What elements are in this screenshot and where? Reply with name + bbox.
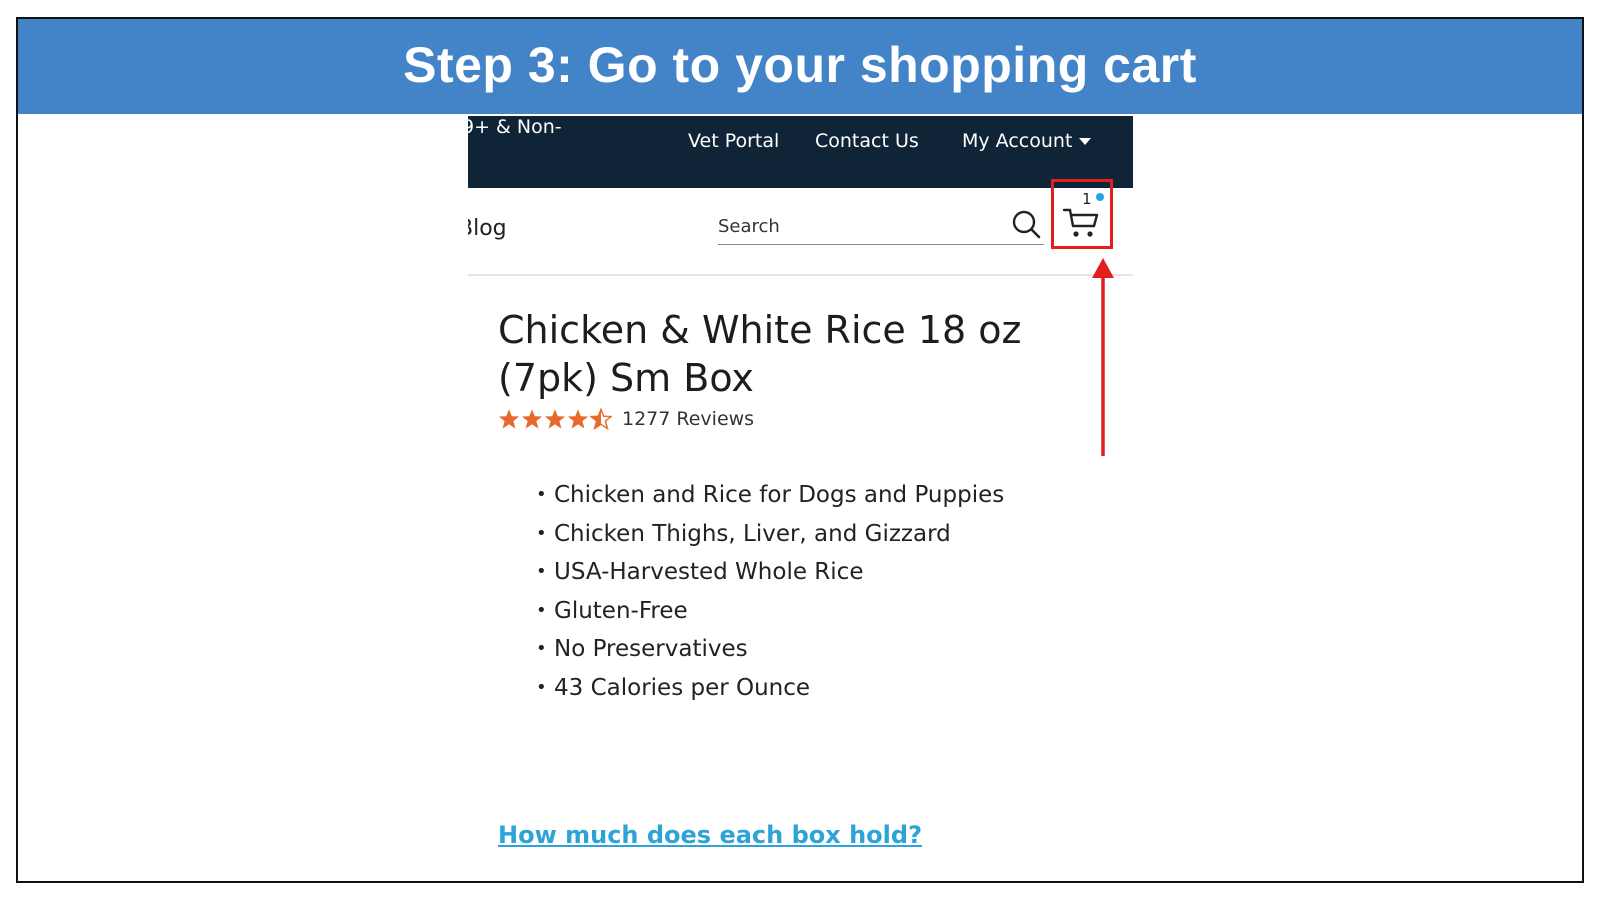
slide-frame: Step 3: Go to your shopping cart 9+ & No…: [16, 17, 1584, 883]
feature-item: Chicken Thighs, Liver, and Gizzard: [536, 515, 1004, 554]
box-capacity-link[interactable]: How much does each box hold?: [498, 821, 922, 849]
search-icon[interactable]: [1010, 208, 1044, 242]
step-banner: Step 3: Go to your shopping cart: [18, 19, 1582, 114]
cart-badge-dot: [1096, 193, 1104, 201]
cart-button[interactable]: 1: [1058, 186, 1108, 244]
my-account-label: My Account: [962, 130, 1073, 152]
caret-down-icon: [1079, 138, 1092, 145]
nav-link-contact-us[interactable]: Contact Us: [815, 130, 919, 152]
star-full-icon: [544, 409, 566, 429]
nav-link-my-account[interactable]: My Account: [962, 130, 1092, 152]
search-bar: [718, 210, 1044, 245]
website-screenshot: 9+ & Non- Vet Portal Contact Us My Accou…: [468, 116, 1133, 881]
review-count[interactable]: 1277 Reviews: [622, 408, 754, 430]
step-title: Step 3: Go to your shopping cart: [403, 36, 1197, 93]
product-title: Chicken & White Rice 18 oz (7pk) Sm Box: [498, 308, 1022, 400]
top-nav-bar: 9+ & Non- Vet Portal Contact Us My Accou…: [468, 116, 1133, 188]
feature-item: Gluten-Free: [536, 592, 1004, 631]
feature-item: Chicken and Rice for Dogs and Puppies: [536, 476, 1004, 515]
nav-fragment-text: 9+ & Non-: [468, 116, 562, 138]
product-rating: 1277 Reviews: [498, 408, 754, 430]
cart-icon: [1062, 208, 1099, 237]
cart-highlight-box: 1: [1051, 179, 1113, 249]
star-full-icon: [521, 409, 543, 429]
star-rating: [498, 408, 612, 430]
sub-nav-bar: Blog: [468, 188, 1133, 276]
feature-item: No Preservatives: [536, 630, 1004, 669]
star-half-icon: [590, 408, 612, 430]
search-input[interactable]: [718, 212, 988, 240]
nav-link-blog[interactable]: Blog: [468, 216, 507, 241]
feature-item: USA-Harvested Whole Rice: [536, 553, 1004, 592]
star-full-icon: [498, 409, 520, 429]
feature-list: Chicken and Rice for Dogs and Puppies Ch…: [536, 476, 1004, 707]
star-full-icon: [567, 409, 589, 429]
feature-item: 43 Calories per Ounce: [536, 669, 1004, 708]
nav-link-vet-portal[interactable]: Vet Portal: [688, 130, 779, 152]
